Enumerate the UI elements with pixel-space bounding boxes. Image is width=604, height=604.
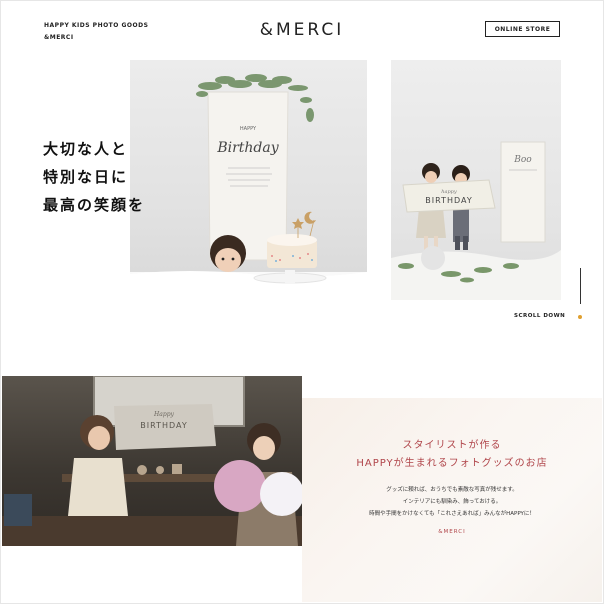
shop-title-line-1: スタイリストが作る [402,440,502,451]
shop-brand-label: &MERCI [438,529,466,535]
shop-title-line-2: HAPPYが生まれるフォトグッズのお店 [356,458,548,469]
hero-catchphrase: 大切な人と 特別な日に 最高の笑顔を [43,135,145,219]
svg-text:Birthday: Birthday [216,140,279,156]
svg-text:BIRTHDAY: BIRTHDAY [425,196,472,205]
shop-desc-line-1: グッズに頼れば、おうちでも素敵な写真が残せます。 [386,487,518,493]
kids-balloons-photo: Happy BIRTHDAY [2,376,302,546]
birthday-cake-illustration: HAPPY Birthday [130,74,367,300]
catch-line-3: 最高の笑顔を [43,196,146,214]
svg-text:BIRTHDAY: BIRTHDAY [140,421,187,430]
hero-photo-birthday-cake: HAPPY Birthday [130,60,367,300]
kids-banner-illustration: Boo happy BIRTHDAY [391,141,561,300]
svg-text:Boo: Boo [513,155,532,165]
shop-description: グッズに頼れば、おうちでも素敵な写真が残せます。 インテリアにも馴染み、飾ってお… [302,484,602,520]
hero-photo-kids-banner: Boo happy BIRTHDAY [391,60,561,300]
shop-desc-line-3: 時間や手間をかけなくても「これさえあれば」みんながHAPPYに！ [369,511,535,517]
shop-desc-line-2: インテリアにも馴染み、飾っておける。 [402,499,502,505]
scroll-down-link[interactable]: SCROLL DOWN [514,313,565,319]
kids-balloons-illustration: Happy BIRTHDAY [2,376,302,546]
svg-text:happy: happy [441,189,457,195]
catch-line-1: 大切な人と [43,140,129,158]
online-store-button[interactable]: ONLINE STORE [485,21,560,37]
svg-text:Happy: Happy [153,411,174,418]
scroll-dot-icon [578,315,582,319]
catch-line-2: 特別な日に [43,168,129,186]
scroll-indicator-line [580,268,581,304]
svg-text:HAPPY: HAPPY [240,126,257,132]
